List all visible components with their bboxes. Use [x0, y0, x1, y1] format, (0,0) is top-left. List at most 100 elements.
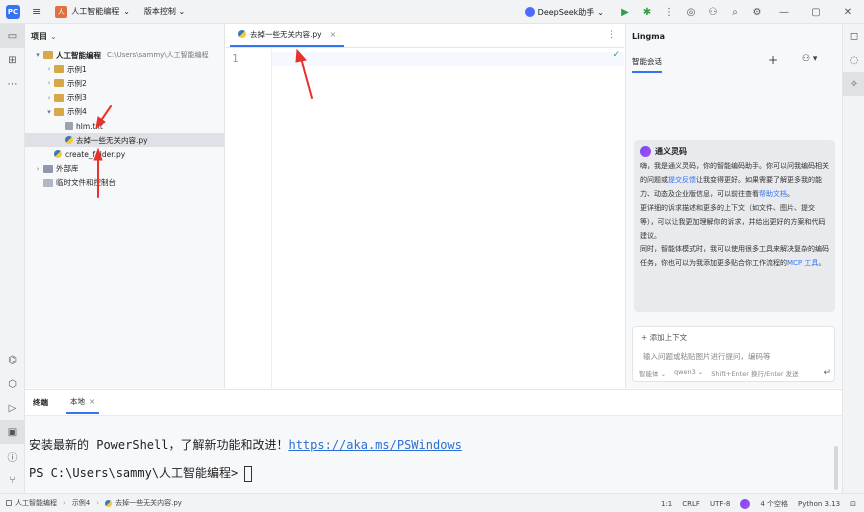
more-dots-icon[interactable]: ⋯ [0, 72, 25, 96]
python-file-icon [238, 30, 246, 38]
status-bar: 人工智能编程 › 示例4 › 去掉一些无关内容.py 1:1 CRLF UTF-… [0, 493, 864, 512]
tree-item[interactable]: › 外部库 [25, 162, 224, 176]
close-icon[interactable]: × [330, 30, 337, 39]
project-panel-title: 项目 [31, 31, 47, 41]
welcome-card-title: 通义灵码 [655, 147, 687, 156]
app-logo-icon: PC [6, 4, 20, 19]
lock-icon[interactable]: ⊡ [850, 500, 856, 508]
ai-icon[interactable]: ◎ [680, 0, 702, 24]
python-console-icon[interactable]: ⌬ [0, 348, 25, 372]
folder-icon [54, 65, 64, 74]
editor-tab[interactable]: 去掉一些无关内容.py × [230, 23, 345, 47]
terminal-icon[interactable]: ▣ [0, 420, 25, 444]
chevron-down-icon: ⌄ [123, 7, 130, 16]
indent-setting[interactable]: 4 个空格 [760, 499, 788, 509]
feedback-link[interactable]: 提交反馈 [668, 176, 696, 184]
user-icon[interactable]: ⚇ ▾ [802, 54, 817, 64]
folder-icon[interactable]: ▭ [0, 24, 25, 48]
chat-input-box[interactable]: + 添加上下文 输入问题或粘贴图片进行提问，编码等 智能体 ⌄ qwen3 ⌄ … [632, 326, 835, 382]
chevron-right-icon[interactable]: › [33, 165, 43, 173]
cursor-position[interactable]: 1:1 [661, 500, 672, 508]
lingma-title: Lingma [632, 31, 665, 41]
tree-item[interactable]: › 示例2 [25, 76, 224, 90]
tree-item-label: 人工智能编程 [56, 50, 101, 60]
chevron-down-icon[interactable]: ▾ [44, 108, 54, 116]
tree-item-label: 示例2 [67, 78, 87, 88]
version-control-menu[interactable]: 版本控制 ⌄ [144, 6, 185, 17]
tree-item[interactable]: create_folder.py [25, 147, 224, 161]
terminal-body[interactable]: 安装最新的 PowerShell，了解新功能和改进！https://aka.ms… [25, 415, 842, 494]
editor-gutter [226, 49, 272, 388]
chevron-right-icon[interactable]: › [44, 65, 54, 73]
tab-smart-chat[interactable]: 智能会话 [632, 56, 662, 73]
structure-icon[interactable]: ⊞ [0, 48, 25, 72]
breadcrumb-item[interactable]: 去掉一些无关内容.py [115, 498, 182, 508]
terminal-scrollbar[interactable] [834, 446, 838, 490]
tree-item[interactable]: › 示例1 [25, 62, 224, 76]
tree-item-path: C:\Users\sammy\人工智能编程 [107, 51, 209, 60]
services-icon[interactable]: ⬡ [0, 372, 25, 396]
git-icon[interactable]: ⑂ [0, 468, 25, 492]
more-icon[interactable]: ⋮ [658, 0, 680, 24]
chevron-right-icon[interactable]: › [44, 79, 54, 87]
hamburger-icon[interactable]: ≡ [32, 5, 41, 18]
chevron-right-icon[interactable]: › [44, 94, 54, 102]
close-button[interactable]: ✕ [832, 0, 864, 24]
maximize-button[interactable]: ▢ [800, 0, 832, 24]
breadcrumb-item[interactable]: 示例4 [72, 498, 90, 508]
tab-local[interactable]: 本地 × [66, 390, 100, 414]
chat-input-placeholder[interactable]: 输入问题或粘贴图片进行提问，编码等 [643, 351, 771, 362]
lingma-icon[interactable]: ✧ [843, 72, 864, 96]
tree-item-label: 示例4 [67, 107, 87, 117]
line-separator[interactable]: CRLF [682, 500, 700, 508]
add-context-button[interactable]: + 添加上下文 [641, 332, 687, 343]
send-icon[interactable]: ↵ [823, 368, 831, 378]
settings-icon[interactable]: ⚙ [746, 0, 768, 24]
minimize-button[interactable]: — [768, 0, 800, 24]
lingma-status-icon[interactable] [740, 498, 751, 509]
library-icon [43, 164, 53, 173]
new-chat-icon[interactable]: + [768, 53, 778, 67]
tree-item[interactable]: 去掉一些无关内容.py [25, 133, 224, 148]
breadcrumb-separator: › [63, 499, 66, 507]
project-switcher[interactable]: 人 人工智能编程 ⌄ [55, 5, 130, 18]
scratch-icon [43, 178, 53, 187]
tree-item[interactable]: › 示例3 [25, 91, 224, 105]
run-config-selector[interactable]: DeepSeek助手 ⌄ [524, 7, 604, 18]
more-icon[interactable]: ⋮ [607, 30, 616, 40]
inspection-ok-icon[interactable]: ✓ [612, 50, 620, 60]
tongyi-logo-icon [640, 146, 651, 157]
ai-assistant-icon[interactable]: ◌ [843, 48, 864, 72]
text: 。 [818, 259, 826, 268]
close-icon[interactable]: × [89, 397, 95, 406]
input-hint: Shift+Enter 换行/Enter 发送 [711, 370, 799, 378]
run-icon[interactable]: ▶ [614, 0, 636, 24]
python-file-icon [65, 136, 73, 145]
model-selector[interactable]: qwen3 ⌄ [674, 368, 703, 378]
help-doc-link[interactable]: 帮助文档 [759, 190, 787, 198]
tree-item[interactable]: ▾ 示例4 [25, 105, 224, 119]
powershell-link[interactable]: https://aka.ms/PSWindows [288, 438, 461, 452]
chevron-down-icon[interactable]: ▾ [33, 51, 43, 59]
debug-icon[interactable]: ✱ [636, 0, 658, 24]
mcp-tools-link[interactable]: MCP 工具 [787, 259, 818, 267]
search-icon[interactable]: ⌕ [724, 0, 746, 24]
tree-item-label: create_folder.py [65, 149, 126, 159]
lingma-panel: Lingma 智能会话 + ⚇ ▾ 通义灵码 嗨，我是通义灵码，你的智能编码助手… [625, 24, 842, 388]
file-encoding[interactable]: UTF-8 [710, 500, 730, 508]
welcome-paragraph-2: 更详细的诉求描述和更多的上下文（如文件、图片、提交等），可以让我更加理解你的诉求… [640, 203, 826, 240]
title-bar: PC ≡ 人 人工智能编程 ⌄ 版本控制 ⌄ DeepSeek助手 ⌄ ▶ ✱ … [0, 0, 864, 24]
tree-item[interactable]: hlm.txt [25, 119, 224, 133]
project-panel-header[interactable]: 项目 ⌄ [25, 24, 224, 48]
problems-icon[interactable]: ⓘ [0, 444, 25, 468]
tree-item-label: 去掉一些无关内容.py [76, 135, 148, 145]
run-tool-icon[interactable]: ▷ [0, 396, 25, 420]
breadcrumb-item[interactable]: 人工智能编程 [15, 498, 57, 508]
tree-item[interactable]: ▾ 人工智能编程 C:\Users\sammy\人工智能编程 [25, 48, 224, 62]
mode-selector[interactable]: 智能体 ⌄ [639, 368, 666, 378]
tree-item[interactable]: 临时文件和控制台 [25, 176, 224, 190]
notifications-icon[interactable]: ◻ [843, 24, 864, 48]
add-user-icon[interactable]: ⚇ [702, 0, 724, 24]
tree-item-label: 临时文件和控制台 [56, 178, 116, 188]
python-interpreter[interactable]: Python 3.13 [798, 500, 840, 508]
